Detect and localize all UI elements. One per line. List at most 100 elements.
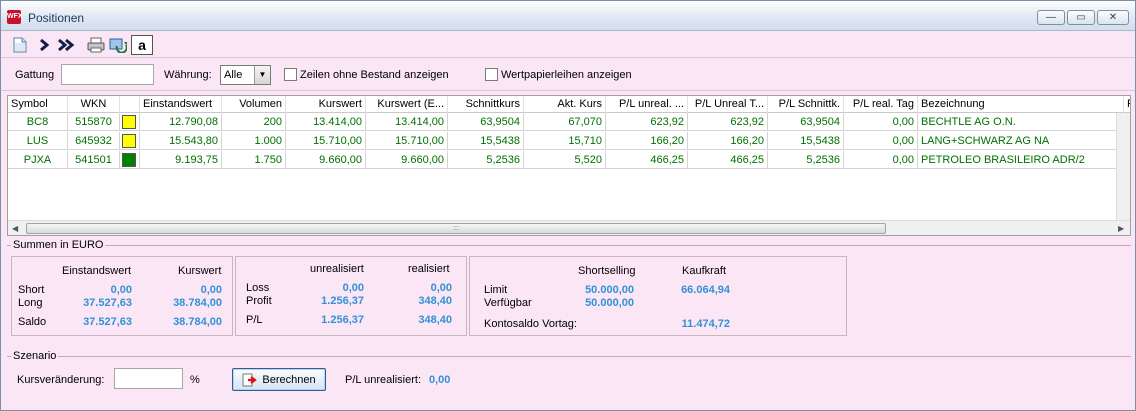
col-pl-unreal[interactable]: P/L unreal. ...: [606, 96, 688, 113]
col-pl-schnittk[interactable]: P/L Schnittk.: [768, 96, 844, 113]
toolbar: a: [1, 31, 1135, 58]
waehrung-select[interactable]: Alle ▼: [220, 65, 271, 85]
cell-wkn: 515870: [68, 113, 120, 131]
scroll-left-icon[interactable]: ◀: [12, 224, 18, 233]
summen-panel-kaufkraft: Shortselling Kaufkraft Limit 50.000,00 6…: [469, 256, 847, 336]
vertical-scrollbar[interactable]: [1116, 113, 1130, 220]
positionen-window: WFX Positionen — ▭ ✕ a Gattung Währung:: [0, 0, 1136, 411]
wertpapierleihen-checkbox[interactable]: [485, 68, 498, 81]
cell-pl-unreal: 466,25: [606, 151, 688, 169]
print-icon[interactable]: [85, 35, 107, 55]
cell-kurswert: 15.710,00: [286, 132, 366, 150]
kursveraenderung-input[interactable]: [114, 368, 183, 389]
horizontal-scroll-thumb[interactable]: :::: [26, 223, 886, 234]
scroll-right-icon[interactable]: ▶: [1118, 224, 1124, 233]
limit-kaufkraft: 66.064,94: [681, 284, 730, 296]
table-row[interactable]: LUS 645932 15.543,80 1.000 15.710,00 15.…: [8, 132, 1130, 150]
cell-pl-schnittk: 5,2536: [768, 151, 844, 169]
col-color[interactable]: [120, 96, 140, 113]
cell-schnittkurs: 15,5438: [448, 132, 524, 150]
cell-volumen: 1.000: [222, 132, 286, 150]
short-label: Short: [18, 284, 45, 296]
cell-kurswert-e: 13.414,00: [366, 113, 448, 131]
cell-pl-schnittk: 15,5438: [768, 132, 844, 150]
cell-akt-kurs: 67,070: [524, 113, 606, 131]
cell-pl-unreal: 166,20: [606, 132, 688, 150]
cell-symbol: LUS: [8, 132, 68, 150]
short-kurswert: 0,00: [200, 284, 222, 296]
positions-grid[interactable]: Symbol WKN Einstandswert Volumen Kurswer…: [7, 95, 1131, 236]
header-shortselling: Shortselling: [578, 265, 636, 277]
minimize-button[interactable]: —: [1037, 10, 1065, 25]
saldo-label: Saldo: [18, 316, 47, 328]
title-bar[interactable]: WFX Positionen — ▭ ✕: [1, 1, 1135, 31]
col-symbol[interactable]: Symbol: [8, 96, 68, 113]
cell-color: [120, 113, 140, 131]
table-row[interactable]: PJXA 541501 9.193,75 1.750 9.660,00 9.66…: [8, 151, 1130, 169]
col-next[interactable]: F: [1124, 96, 1130, 113]
verfuegbar-shortselling: 50.000,00: [585, 297, 634, 309]
refresh-icon[interactable]: [107, 35, 129, 55]
profit-unrealisiert: 1.256,37: [321, 295, 364, 307]
zeilen-ohne-bestand-label[interactable]: Zeilen ohne Bestand anzeigen: [300, 69, 449, 81]
cell-bezeichnung: LANG+SCHWARZ AG NA: [918, 132, 1124, 150]
header-kurswert: Kurswert: [178, 265, 222, 277]
header-kaufkraft: Kaufkraft: [682, 265, 727, 277]
cell-kurswert: 9.660,00: [286, 151, 366, 169]
cell-wkn: 645932: [68, 132, 120, 150]
limit-label: Limit: [484, 284, 508, 296]
loss-label: Loss: [246, 282, 270, 294]
close-button[interactable]: ✕: [1097, 10, 1129, 25]
new-document-icon[interactable]: [9, 35, 31, 55]
window-title: Positionen: [28, 11, 85, 25]
gattung-input[interactable]: [61, 64, 154, 85]
profit-realisiert: 348,40: [418, 295, 452, 307]
col-akt-kurs[interactable]: Akt. Kurs: [524, 96, 606, 113]
limit-shortselling: 50.000,00: [585, 284, 634, 296]
table-row[interactable]: BC8 515870 12.790,08 200 13.414,00 13.41…: [8, 113, 1130, 131]
szenario-title: Szenario: [11, 350, 59, 362]
fast-forward-icon[interactable]: [55, 35, 77, 55]
cell-einstandswert: 15.543,80: [140, 132, 222, 150]
berechnen-button[interactable]: Berechnen: [232, 368, 326, 391]
col-pl-unreal-t[interactable]: P/L Unreal T...: [688, 96, 768, 113]
gattung-label: Gattung: [15, 69, 55, 81]
header-einstandswert: Einstandswert: [62, 265, 132, 277]
restore-button[interactable]: ▭: [1067, 10, 1095, 25]
chevron-down-icon[interactable]: ▼: [254, 66, 270, 84]
col-bezeichnung[interactable]: Bezeichnung: [918, 96, 1124, 113]
col-kurswert[interactable]: Kurswert: [286, 96, 366, 113]
header-unrealisiert: unrealisiert: [310, 263, 364, 275]
calculate-icon: [242, 373, 258, 386]
cell-volumen: 200: [222, 113, 286, 131]
short-einstandswert: 0,00: [110, 284, 132, 296]
long-kurswert: 38.784,00: [173, 297, 222, 309]
col-kurswert-e[interactable]: Kurswert (E...: [366, 96, 448, 113]
status-color-swatch: [122, 115, 136, 129]
forward-icon[interactable]: [33, 35, 55, 55]
cell-kurswert-e: 9.660,00: [366, 151, 448, 169]
col-einstandswert[interactable]: Einstandswert: [140, 96, 222, 113]
zeilen-ohne-bestand-checkbox[interactable]: [284, 68, 297, 81]
summen-title: Summen in EURO: [11, 239, 106, 251]
pl-unrealisiert: 1.256,37: [321, 314, 364, 326]
col-schnittkurs[interactable]: Schnittkurs: [448, 96, 524, 113]
berechnen-label: Berechnen: [262, 373, 316, 386]
cell-pl-unreal: 623,92: [606, 113, 688, 131]
col-pl-real-tag[interactable]: P/L real. Tag: [844, 96, 918, 113]
text-toggle-icon[interactable]: a: [131, 35, 153, 55]
cell-schnittkurs: 63,9504: [448, 113, 524, 131]
cell-einstandswert: 12.790,08: [140, 113, 222, 131]
saldo-kurswert: 38.784,00: [173, 316, 222, 328]
col-wkn[interactable]: WKN: [68, 96, 120, 113]
cell-pl-real-tag: 0,00: [844, 113, 918, 131]
waehrung-label: Währung:: [164, 69, 212, 81]
cell-pl-schnittk: 63,9504: [768, 113, 844, 131]
horizontal-scrollbar[interactable]: ◀ ::: ▶: [8, 220, 1130, 235]
kontosaldo-vortag-label: Kontosaldo Vortag:: [484, 318, 577, 330]
cell-pl-real-tag: 0,00: [844, 151, 918, 169]
status-color-swatch: [122, 153, 136, 167]
wertpapierleihen-label[interactable]: Wertpapierleihen anzeigen: [501, 69, 632, 81]
col-volumen[interactable]: Volumen: [222, 96, 286, 113]
summen-panel-pl: unrealisiert realisiert Loss 0,00 0,00 P…: [235, 256, 467, 336]
